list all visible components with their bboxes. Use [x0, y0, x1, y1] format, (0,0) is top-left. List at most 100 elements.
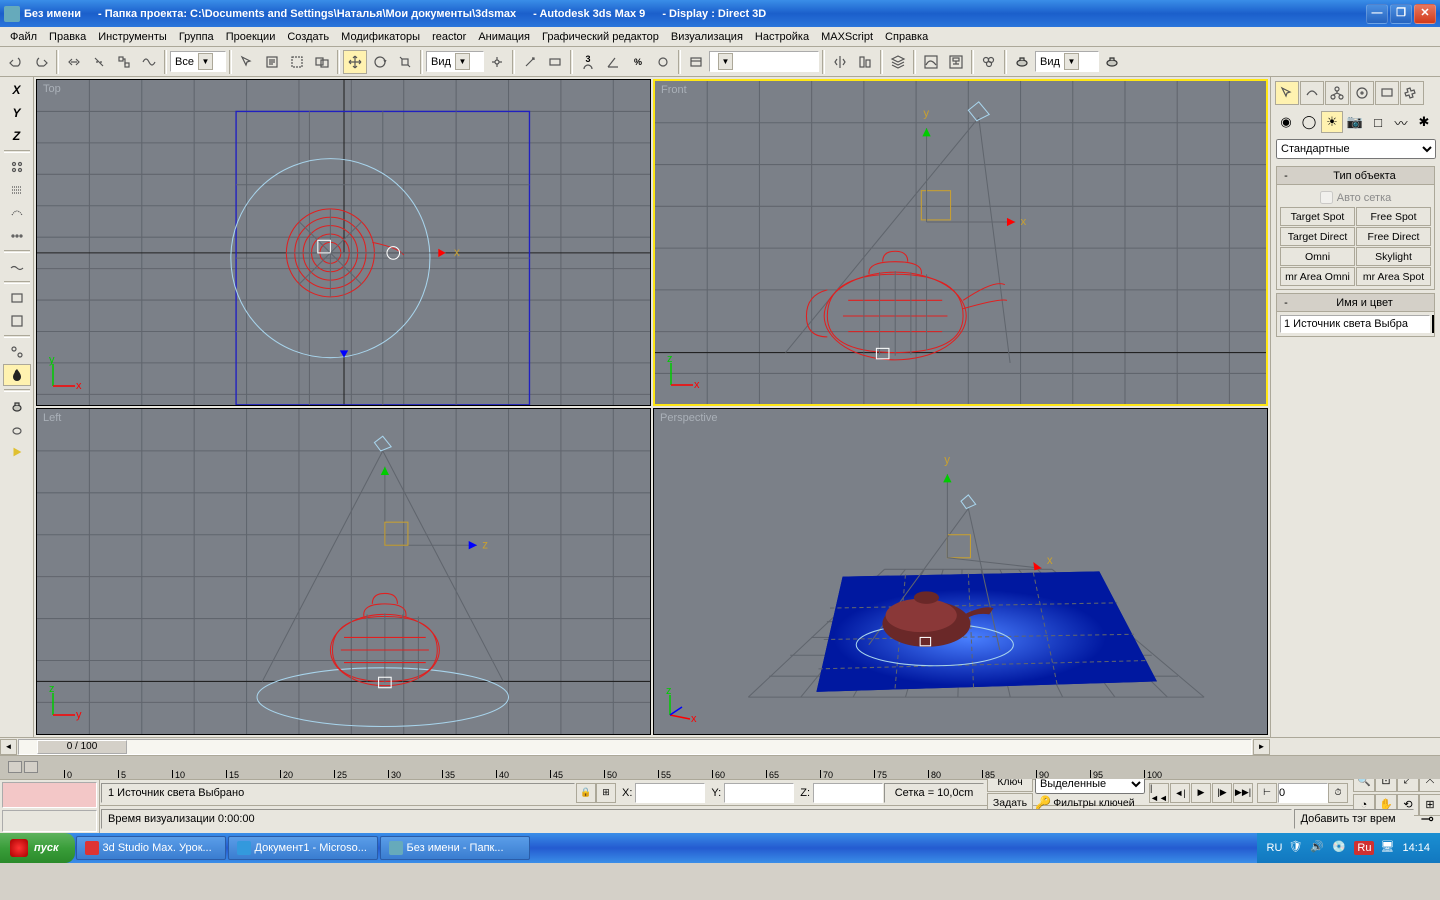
redo-button[interactable] — [29, 50, 53, 74]
reactor-soft-button[interactable] — [3, 202, 31, 224]
menu-animation[interactable]: Анимация — [472, 29, 536, 45]
layer-manager-button[interactable] — [886, 50, 910, 74]
skylight-button[interactable]: Skylight — [1356, 247, 1431, 266]
systems-subtab[interactable]: ✱ — [1413, 111, 1435, 133]
frame-readout[interactable]: 0 / 100 — [37, 740, 127, 754]
select-region-button[interactable] — [285, 50, 309, 74]
autogrid-checkbox[interactable]: Авто сетка — [1280, 188, 1431, 207]
category-dropdown[interactable]: Стандартные — [1276, 139, 1436, 159]
utilities-tab[interactable] — [1400, 81, 1424, 105]
axis-x-button[interactable]: X — [3, 79, 31, 101]
spinner-snap-button[interactable] — [651, 50, 675, 74]
display-tab[interactable] — [1375, 81, 1399, 105]
menu-create[interactable]: Создать — [281, 29, 335, 45]
menu-customize[interactable]: Настройка — [749, 29, 815, 45]
object-color-swatch[interactable] — [1432, 315, 1434, 333]
material-editor-button[interactable] — [977, 50, 1001, 74]
y-coord-input[interactable] — [724, 783, 794, 803]
close-button[interactable]: ✕ — [1414, 4, 1436, 24]
undo-button[interactable] — [4, 50, 28, 74]
menu-modifiers[interactable]: Модификаторы — [335, 29, 426, 45]
abs-rel-button[interactable]: ⊞ — [596, 783, 616, 803]
omni-button[interactable]: Omni — [1280, 247, 1355, 266]
reactor-analyze-button[interactable] — [3, 310, 31, 332]
start-button[interactable]: пуск — [0, 833, 75, 863]
reactor-fire-button[interactable] — [3, 364, 31, 386]
hierarchy-tab[interactable] — [1325, 81, 1349, 105]
key-mode-toggle[interactable]: ⊢ — [1257, 783, 1277, 803]
render-setup-button[interactable] — [1010, 50, 1034, 74]
reactor-play-button[interactable] — [3, 441, 31, 463]
helpers-subtab[interactable]: □ — [1367, 111, 1389, 133]
schematic-view-button[interactable] — [944, 50, 968, 74]
trackbar-toggle2[interactable] — [24, 761, 38, 773]
language-secondary[interactable]: Ru — [1354, 841, 1374, 855]
cameras-subtab[interactable]: 📷 — [1344, 111, 1366, 133]
taskbar-item-word[interactable]: Документ1 - Microso... — [228, 836, 378, 860]
snap-button[interactable]: 3 — [576, 50, 600, 74]
play-button[interactable]: ▶ — [1191, 783, 1211, 803]
viewport-left[interactable]: Left z — [36, 408, 651, 735]
geometry-subtab[interactable]: ◉ — [1275, 111, 1297, 133]
refcoord-dropdown[interactable]: Вид▼ — [426, 51, 484, 72]
motion-tab[interactable] — [1350, 81, 1374, 105]
maximize-button[interactable]: ❐ — [1390, 4, 1412, 24]
object-name-input[interactable] — [1280, 315, 1430, 333]
axis-y-button[interactable]: Y — [3, 102, 31, 124]
tray-volume-icon[interactable]: 🔊 — [1310, 840, 1326, 856]
target-direct-button[interactable]: Target Direct — [1280, 227, 1355, 246]
rollout-collapse-button[interactable]: - — [1277, 170, 1295, 182]
viewport-front[interactable]: Front yx — [653, 79, 1268, 406]
tray-icon[interactable]: 💿 — [1332, 840, 1348, 856]
trackbar-toggle1[interactable] — [8, 761, 22, 773]
window-crossing-button[interactable] — [310, 50, 334, 74]
lights-subtab[interactable]: ☀ — [1321, 111, 1343, 133]
next-frame-button[interactable]: |▶ — [1212, 783, 1232, 803]
unlink-button[interactable] — [87, 50, 111, 74]
axis-z-button[interactable]: Z — [3, 125, 31, 147]
target-spot-button[interactable]: Target Spot — [1280, 207, 1355, 226]
create-tab[interactable] — [1275, 81, 1299, 105]
track-bar[interactable]: 0510152025303540455055606570758085909510… — [0, 755, 1440, 779]
keyboardshortcut-button[interactable] — [543, 50, 567, 74]
viewport-top[interactable]: Top — [36, 79, 651, 406]
reactor-preview-button[interactable] — [3, 287, 31, 309]
lock-selection-button[interactable]: 🔒 — [576, 783, 596, 803]
move-button[interactable] — [343, 50, 367, 74]
time-config-button[interactable]: ⏱ — [1328, 783, 1348, 803]
goto-start-button[interactable]: |◄◄ — [1149, 783, 1169, 803]
menu-edit[interactable]: Правка — [43, 29, 92, 45]
language-indicator[interactable]: RU — [1267, 842, 1283, 854]
reactor-rope-button[interactable] — [3, 225, 31, 247]
add-time-tag-button[interactable]: Добавить тэг врем — [1294, 809, 1414, 829]
scroll-right-button[interactable]: ► — [1253, 739, 1270, 755]
select-object-button[interactable] — [235, 50, 259, 74]
menu-help[interactable]: Справка — [879, 29, 934, 45]
scroll-left-button[interactable]: ◄ — [0, 739, 17, 755]
timeline-ruler[interactable]: 0510152025303540455055606570758085909510… — [64, 758, 1260, 778]
clock[interactable]: 14:14 — [1402, 842, 1430, 854]
link-button[interactable] — [62, 50, 86, 74]
menu-views[interactable]: Проекции — [220, 29, 282, 45]
taskbar-item-3dsmax-tutorial[interactable]: 3d Studio Max. Урок... — [76, 836, 226, 860]
z-coord-input[interactable] — [813, 783, 883, 803]
menu-rendering[interactable]: Визуализация — [665, 29, 749, 45]
percent-snap-button[interactable]: % — [626, 50, 650, 74]
selection-filter-dropdown[interactable]: Все▼ — [170, 51, 226, 72]
menu-grapheditor[interactable]: Графический редактор — [536, 29, 665, 45]
menu-file[interactable]: Файл — [4, 29, 43, 45]
taskbar-item-3dsmax[interactable]: Без имени - Папк... — [380, 836, 530, 860]
render-view-dropdown[interactable]: Вид▼ — [1035, 51, 1099, 72]
align-button[interactable] — [853, 50, 877, 74]
menu-reactor[interactable]: reactor — [426, 29, 472, 45]
curve-editor-button[interactable] — [919, 50, 943, 74]
reactor-teapot-button[interactable] — [3, 395, 31, 417]
x-coord-input[interactable] — [635, 783, 705, 803]
tray-icon[interactable]: 🛡 — [1288, 840, 1304, 856]
angle-snap-button[interactable] — [601, 50, 625, 74]
mr-area-omni-button[interactable]: mr Area Omni — [1280, 267, 1355, 286]
minimize-button[interactable]: — — [1366, 4, 1388, 24]
rollout-collapse-button[interactable]: - — [1277, 297, 1295, 309]
reactor-create-button[interactable] — [3, 341, 31, 363]
modify-tab[interactable] — [1300, 81, 1324, 105]
